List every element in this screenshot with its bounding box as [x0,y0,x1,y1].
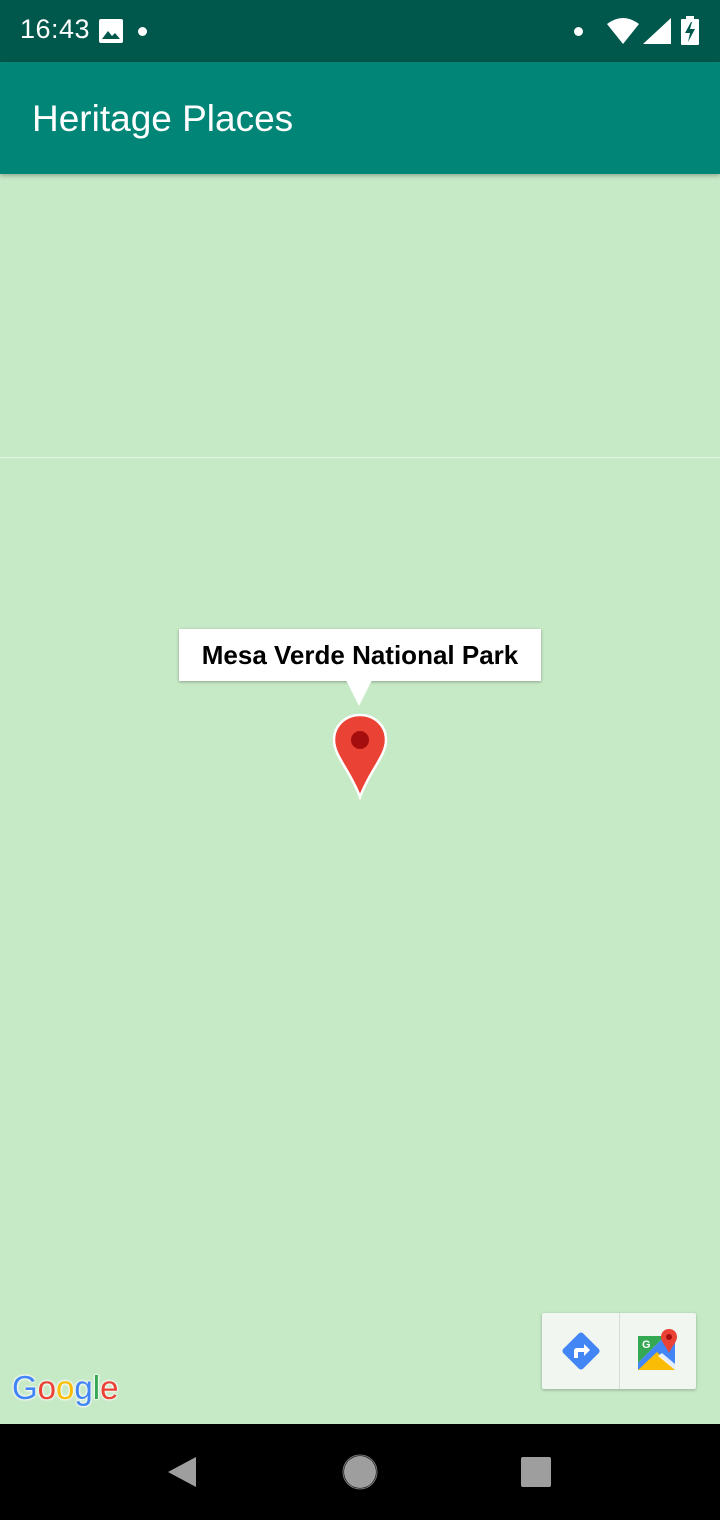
screen: 16:43 Heritage Places Mesa Verde Nationa… [0,0,720,1520]
google-maps-icon: G [637,1329,677,1370]
cell-signal-icon [643,18,671,44]
wifi-icon [607,18,639,44]
map-toolbar: G [542,1313,696,1389]
google-logo-letter: o [37,1369,57,1406]
gallery-icon [99,19,123,43]
home-icon[interactable] [342,1454,378,1490]
battery-charging-icon [681,16,699,45]
recents-icon[interactable] [521,1457,551,1487]
directions-button[interactable] [542,1313,620,1389]
google-logo-letter: g [74,1369,93,1406]
svg-text:G: G [642,1339,651,1351]
status-time: 16:43 [20,14,91,44]
system-navigation-bar [0,1424,720,1520]
google-attribution-logo: Google [12,1369,118,1407]
google-logo-letter: l [92,1369,101,1406]
open-in-google-maps-button[interactable]: G [619,1313,696,1389]
info-window-pointer [346,680,372,706]
notification-dot-icon [574,27,583,36]
app-bar: Heritage Places [0,62,720,174]
marker-info-window[interactable]: Mesa Verde National Park [179,629,541,681]
google-logo-letter: G [12,1369,38,1406]
directions-icon [561,1332,600,1370]
map-boundary-line [0,457,720,458]
map-pin-icon[interactable] [330,712,390,800]
status-bar: 16:43 [0,0,720,62]
back-icon[interactable] [166,1455,198,1489]
notification-dot-icon [138,27,147,36]
google-logo-letter: e [100,1369,119,1406]
google-logo-letter: o [56,1369,75,1406]
map-view[interactable]: Mesa Verde National Park Google G [0,174,720,1424]
app-title: Heritage Places [32,98,294,139]
